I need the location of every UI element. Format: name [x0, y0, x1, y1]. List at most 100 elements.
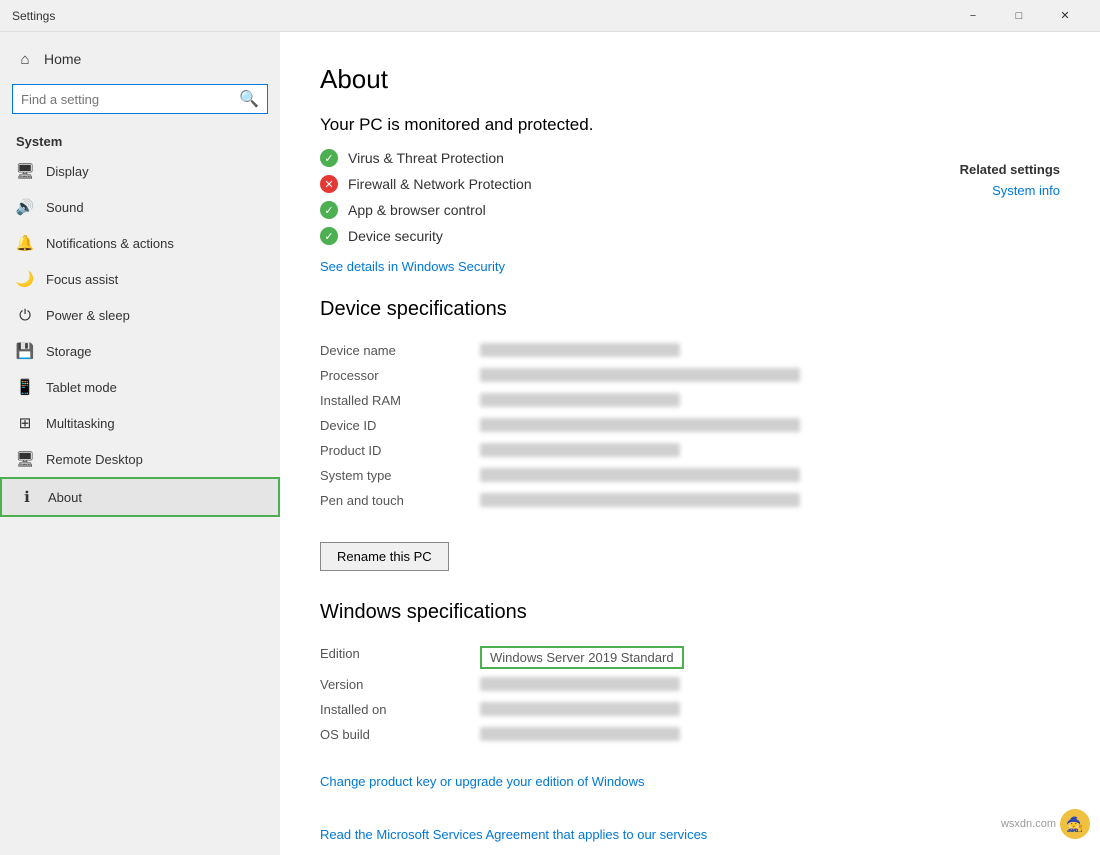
spec-value	[480, 698, 1060, 723]
table-row: Edition Windows Server 2019 Standard	[320, 642, 1060, 673]
table-row: Version	[320, 673, 1060, 698]
table-row: Device name	[320, 339, 1060, 364]
notifications-icon: 🔔	[16, 234, 34, 252]
status-row-app-browser: ✓ App & browser control	[320, 201, 1060, 219]
storage-icon: 💾	[16, 342, 34, 360]
ms-agreement-link[interactable]: Read the Microsoft Services Agreement th…	[320, 827, 707, 842]
sidebar-item-storage[interactable]: 💾 Storage	[0, 333, 280, 369]
app-body: ⌂ Home 🔍 System 🖥 Display 🔊 Sound 🔔 Noti…	[0, 32, 1100, 855]
sidebar-item-about[interactable]: ℹ About	[0, 477, 280, 517]
device-security-label: Device security	[348, 228, 443, 244]
spec-label: Product ID	[320, 439, 480, 464]
firewall-status-icon: ✕	[320, 175, 338, 193]
spec-value	[480, 414, 1060, 439]
sidebar-item-sound[interactable]: 🔊 Sound	[0, 189, 280, 225]
table-row: Device ID	[320, 414, 1060, 439]
related-settings-title: Related settings	[960, 162, 1060, 177]
window-title: Settings	[12, 9, 950, 23]
spec-value	[480, 389, 1060, 414]
multitasking-icon: ⊞	[16, 414, 34, 432]
power-icon: ⏻	[16, 306, 34, 324]
spec-value	[480, 339, 1060, 364]
search-box[interactable]: 🔍	[12, 84, 268, 114]
window-controls: − □ ✕	[950, 0, 1088, 32]
protection-header: Your PC is monitored and protected.	[320, 115, 1060, 135]
spec-label: Installed RAM	[320, 389, 480, 414]
sidebar-item-focus[interactable]: 🌙 Focus assist	[0, 261, 280, 297]
rename-pc-button[interactable]: Rename this PC	[320, 542, 449, 571]
system-header: System	[0, 126, 280, 153]
virus-label: Virus & Threat Protection	[348, 150, 504, 166]
app-browser-status-icon: ✓	[320, 201, 338, 219]
close-button[interactable]: ✕	[1042, 0, 1088, 32]
maximize-button[interactable]: □	[996, 0, 1042, 32]
sidebar-item-label: Power & sleep	[46, 308, 130, 323]
app-browser-label: App & browser control	[348, 202, 486, 218]
spec-value	[480, 439, 1060, 464]
spec-label: System type	[320, 464, 480, 489]
spec-label: OS build	[320, 723, 480, 748]
windows-specs-table: Edition Windows Server 2019 Standard Ver…	[320, 642, 1060, 748]
see-details-link[interactable]: See details in Windows Security	[320, 259, 505, 274]
spec-value	[480, 489, 1060, 514]
change-key-link[interactable]: Change product key or upgrade your editi…	[320, 774, 644, 789]
spec-label: Edition	[320, 642, 480, 673]
remote-icon: 🖥	[16, 450, 34, 468]
main-content: About Your PC is monitored and protected…	[280, 32, 1100, 855]
spec-label: Device name	[320, 339, 480, 364]
table-row: Processor	[320, 364, 1060, 389]
device-security-status-icon: ✓	[320, 227, 338, 245]
sidebar-item-label: Display	[46, 164, 89, 179]
sidebar: ⌂ Home 🔍 System 🖥 Display 🔊 Sound 🔔 Noti…	[0, 32, 280, 855]
table-row: System type	[320, 464, 1060, 489]
settings-window: Settings − □ ✕ ⌂ Home 🔍 System 🖥 Display	[0, 0, 1100, 855]
device-specs-title: Device specifications	[320, 298, 1060, 321]
sidebar-item-multitasking[interactable]: ⊞ Multitasking	[0, 405, 280, 441]
sidebar-item-label: Remote Desktop	[46, 452, 143, 467]
device-specs-table: Device name Processor Installed RAM	[320, 339, 1060, 514]
spec-value	[480, 464, 1060, 489]
focus-icon: 🌙	[16, 270, 34, 288]
status-row-device-security: ✓ Device security	[320, 227, 1060, 245]
watermark-text: wsxdn.com	[1001, 818, 1056, 830]
watermark: wsxdn.com 🧙	[1001, 809, 1090, 839]
sidebar-item-label: About	[48, 490, 82, 505]
spec-value	[480, 673, 1060, 698]
spec-label: Installed on	[320, 698, 480, 723]
home-label: Home	[44, 51, 81, 67]
title-bar: Settings − □ ✕	[0, 0, 1100, 32]
table-row: Installed on	[320, 698, 1060, 723]
sound-icon: 🔊	[16, 198, 34, 216]
sidebar-item-label: Multitasking	[46, 416, 115, 431]
sidebar-item-home[interactable]: ⌂ Home	[0, 40, 280, 78]
tablet-icon: 📱	[16, 378, 34, 396]
firewall-label: Firewall & Network Protection	[348, 176, 532, 192]
search-icon: 🔍	[239, 89, 259, 109]
windows-specs-title: Windows specifications	[320, 601, 1060, 624]
spec-value: Windows Server 2019 Standard	[480, 642, 1060, 673]
system-info-link[interactable]: System info	[960, 183, 1060, 198]
sidebar-item-tablet[interactable]: 📱 Tablet mode	[0, 369, 280, 405]
spec-value	[480, 723, 1060, 748]
sidebar-item-label: Sound	[46, 200, 84, 215]
spec-value	[480, 364, 1060, 389]
sidebar-item-notifications[interactable]: 🔔 Notifications & actions	[0, 225, 280, 261]
sidebar-item-power[interactable]: ⏻ Power & sleep	[0, 297, 280, 333]
display-icon: 🖥	[16, 162, 34, 180]
sidebar-item-label: Notifications & actions	[46, 236, 174, 251]
sidebar-item-display[interactable]: 🖥 Display	[0, 153, 280, 189]
table-row: Installed RAM	[320, 389, 1060, 414]
spec-label: Processor	[320, 364, 480, 389]
related-settings: Related settings System info	[960, 162, 1060, 198]
sidebar-item-label: Focus assist	[46, 272, 118, 287]
spec-label: Device ID	[320, 414, 480, 439]
sidebar-item-remote[interactable]: 🖥 Remote Desktop	[0, 441, 280, 477]
search-input[interactable]	[21, 92, 233, 107]
spec-label: Version	[320, 673, 480, 698]
status-row-firewall: ✕ Firewall & Network Protection	[320, 175, 1060, 193]
minimize-button[interactable]: −	[950, 0, 996, 32]
home-icon: ⌂	[16, 50, 34, 68]
table-row: Product ID	[320, 439, 1060, 464]
table-row: OS build	[320, 723, 1060, 748]
table-row: Pen and touch	[320, 489, 1060, 514]
